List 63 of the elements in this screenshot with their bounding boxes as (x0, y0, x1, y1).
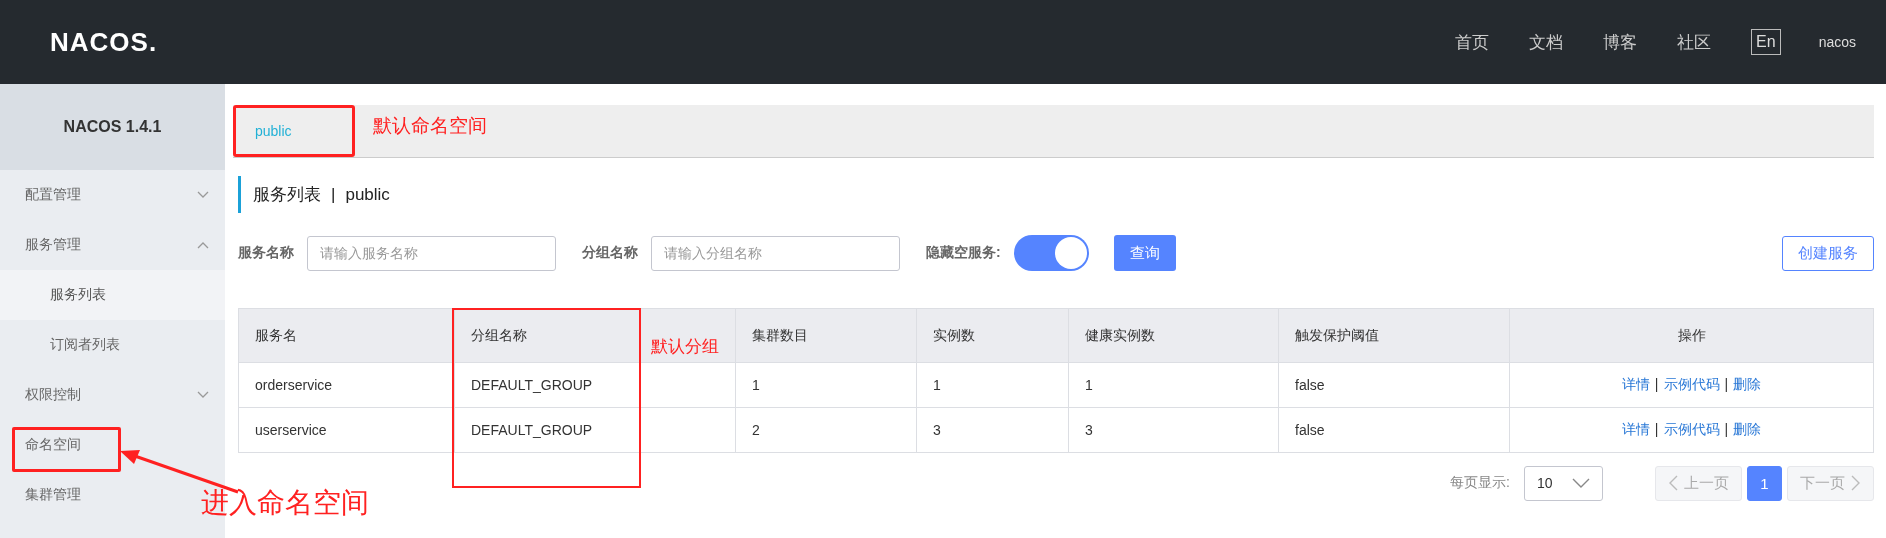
table-cell: 1 (916, 362, 1069, 408)
action-link[interactable]: 示例代码 (1663, 421, 1720, 437)
action-link[interactable]: 详情 (1621, 421, 1650, 437)
action-link[interactable]: 删除 (1733, 376, 1762, 392)
menu-item[interactable]: 服务管理 (25, 236, 81, 254)
column-header: 健康实例数 (1068, 308, 1279, 363)
column-header: 触发保护阈值 (1278, 308, 1510, 363)
table-cell: false (1278, 362, 1510, 408)
filter-label: 隐藏空服务: (926, 244, 1001, 262)
logo[interactable]: NACOS. (50, 26, 158, 58)
column-header: 实例数 (916, 308, 1069, 363)
table-cell: 2 (735, 407, 917, 453)
menu-item[interactable]: 权限控制 (25, 386, 81, 404)
link-separator: | (1654, 376, 1659, 392)
submenu-item[interactable]: 服务列表 (0, 270, 225, 320)
submenu-item[interactable]: 订阅者列表 (50, 336, 120, 354)
title-separator: | (331, 184, 336, 205)
nav-link[interactable]: 文档 (1529, 30, 1564, 54)
filter-label: 服务名称 (238, 244, 294, 262)
link-separator: | (1724, 421, 1729, 437)
query-button[interactable]: 查询 (1113, 235, 1176, 271)
page-size-label: 每页显示: (1450, 474, 1510, 492)
namespace-name: public (345, 184, 390, 205)
table-cell: 1 (735, 362, 917, 408)
input-field[interactable]: 请输入分组名称 (651, 235, 900, 271)
column-header: 集群数目 (735, 308, 917, 363)
menu-item[interactable]: 集群管理 (25, 486, 81, 504)
nav-link[interactable]: 社区 (1677, 30, 1712, 54)
page-title: 服务列表 (253, 184, 321, 206)
user-name[interactable]: nacos (1818, 34, 1856, 50)
nav-link[interactable]: 博客 (1603, 30, 1638, 54)
action-link[interactable]: 删除 (1733, 421, 1762, 437)
table-cell: 3 (1068, 407, 1279, 453)
link-separator: | (1654, 421, 1659, 437)
link-separator: | (1724, 376, 1729, 392)
page-button[interactable]: 1 (1747, 465, 1782, 501)
annotation-label: 默认分组 (651, 336, 719, 358)
action-link[interactable]: 示例代码 (1663, 376, 1720, 392)
menu-item[interactable]: 命名空间 (25, 436, 81, 454)
toggle-switch[interactable] (1013, 235, 1089, 271)
table-cell: userservice (238, 407, 455, 453)
menu-item[interactable]: 配置管理 (25, 186, 81, 204)
chevron-left-icon (1668, 475, 1678, 491)
input-field[interactable]: 请输入服务名称 (307, 235, 556, 271)
table-cell: orderservice (238, 362, 455, 408)
table-cell: DEFAULT_GROUP (454, 407, 736, 453)
column-header: 服务名 (238, 308, 455, 363)
action-link[interactable]: 详情 (1621, 376, 1650, 392)
table-cell: false (1278, 407, 1510, 453)
table-cell: 1 (1068, 362, 1279, 408)
page-size-select[interactable]: 10 (1524, 465, 1603, 501)
language-button[interactable]: En (1751, 29, 1781, 55)
annotation-label: 进入命名空间 (201, 486, 369, 520)
filter-label: 分组名称 (582, 244, 638, 262)
create-service-button[interactable]: 创建服务 (1782, 235, 1874, 271)
nav-link[interactable]: 首页 (1455, 30, 1490, 54)
annotation-label: 默认命名空间 (373, 114, 487, 138)
chevron-right-icon (1851, 475, 1861, 491)
chevron-icon (1572, 478, 1590, 488)
table-cell: DEFAULT_GROUP (454, 362, 736, 408)
table-cell: 3 (916, 407, 1069, 453)
column-header: 操作 (1509, 308, 1874, 363)
version-title: NACOS 1.4.1 (0, 84, 225, 170)
